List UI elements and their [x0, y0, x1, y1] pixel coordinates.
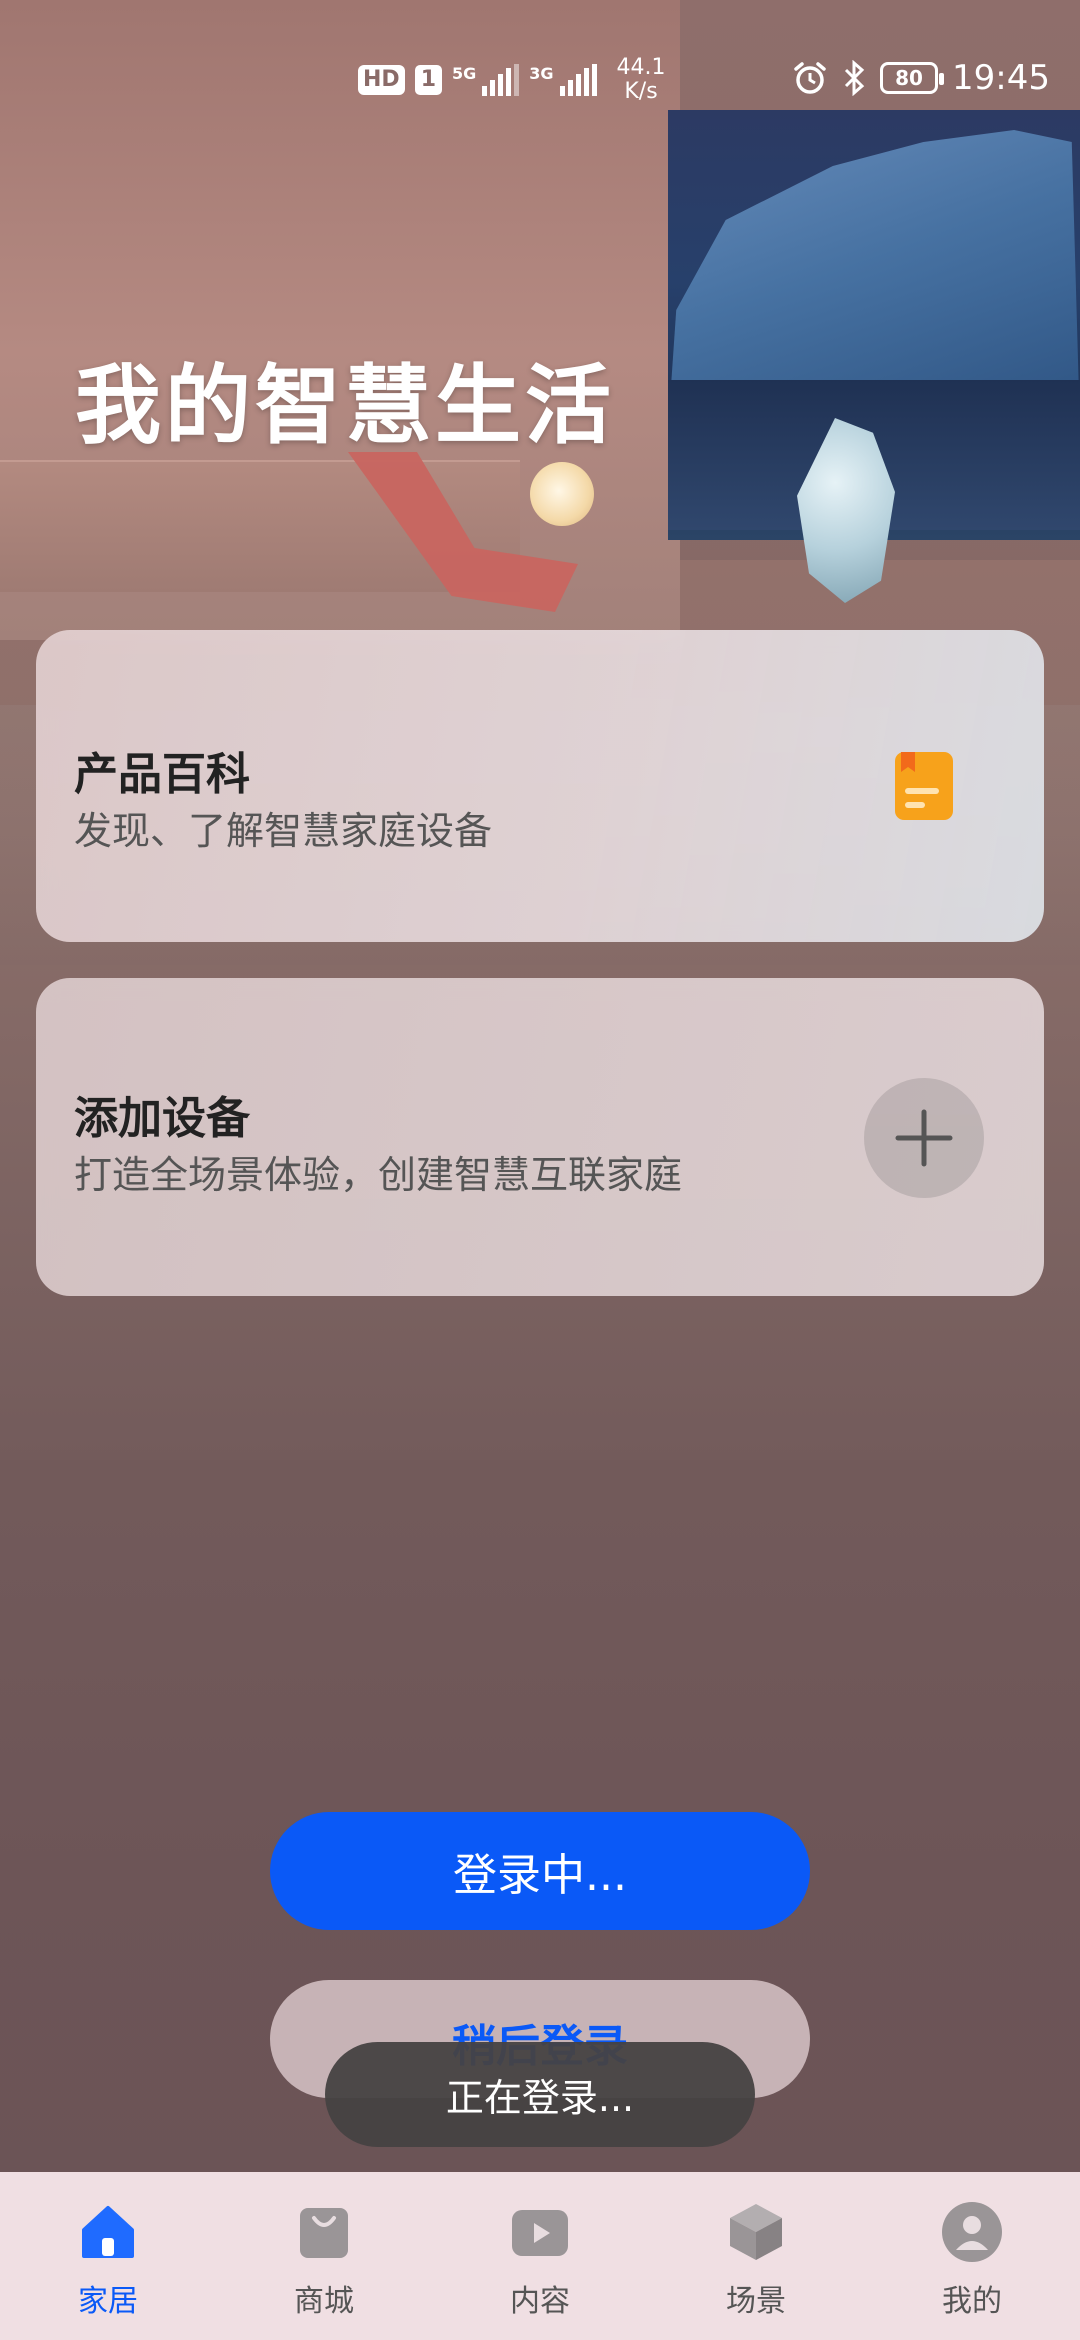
status-right: 80 19:45: [792, 58, 1050, 98]
login-button[interactable]: 登录中...: [270, 1812, 810, 1930]
add-device-button[interactable]: [864, 1078, 984, 1198]
alarm-icon: [794, 62, 826, 94]
page-title: 我的智慧生活: [75, 356, 615, 456]
tab-scene[interactable]: 场景: [681, 2200, 831, 2320]
screen: HD 1 5G 3G 44.1 K/s 80 19:45 我的智慧生活 产品百科…: [0, 0, 1080, 2340]
speed-value: 44.1: [616, 55, 666, 80]
tab-label: 场景: [726, 2284, 786, 2319]
bluetooth-icon: [844, 60, 865, 96]
shopping-bag-icon: [300, 2208, 348, 2258]
clock: 19:45: [952, 58, 1050, 98]
signal-5g-icon: 5G: [452, 64, 520, 96]
sim-badge: 1: [414, 65, 442, 95]
tab-label: 家居: [78, 2284, 138, 2319]
card-subtitle: 打造全场景体验，创建智慧互联家庭: [74, 1153, 683, 1197]
tab-mall[interactable]: 商城: [249, 2200, 399, 2320]
toast-message: 正在登录...: [325, 2042, 755, 2147]
network-speed: 44.1 K/s: [617, 56, 666, 104]
card-title: 产品百科: [74, 749, 250, 800]
net1-label: 5G: [452, 64, 477, 83]
tab-label: 内容: [510, 2284, 570, 2319]
product-encyclopedia-card[interactable]: 产品百科 发现、了解智慧家庭设备: [36, 630, 1044, 942]
home-icon: [82, 2206, 134, 2258]
tab-mine[interactable]: 我的: [897, 2200, 1047, 2320]
status-bar: HD 1 5G 3G 44.1 K/s 80 19:45: [0, 0, 1080, 150]
speed-unit: K/s: [624, 79, 658, 104]
signal-3g-icon: 3G: [529, 64, 597, 96]
cube-icon: [730, 2204, 782, 2260]
card-title: 添加设备: [74, 1093, 250, 1144]
play-icon: [512, 2210, 568, 2256]
status-left: HD 1 5G 3G 44.1 K/s: [358, 56, 666, 104]
profile-icon: [942, 2202, 1002, 2262]
battery-icon: 80: [880, 62, 945, 94]
background-lamp: [530, 462, 594, 526]
tab-content[interactable]: 内容: [465, 2200, 615, 2320]
net2-label: 3G: [529, 64, 554, 83]
card-subtitle: 发现、了解智慧家庭设备: [74, 809, 493, 853]
bottom-tab-bar: 家居 商城 内容 场景 我的: [0, 2172, 1080, 2340]
battery-level: 80: [895, 66, 923, 90]
add-device-card[interactable]: 添加设备 打造全场景体验，创建智慧互联家庭: [36, 978, 1044, 1296]
hd-badge: HD: [358, 65, 405, 95]
book-icon: [895, 752, 953, 820]
tab-home[interactable]: 家居: [33, 2200, 183, 2320]
plus-icon: [895, 1109, 953, 1167]
tab-label: 我的: [942, 2284, 1002, 2319]
tab-label: 商城: [294, 2284, 354, 2319]
